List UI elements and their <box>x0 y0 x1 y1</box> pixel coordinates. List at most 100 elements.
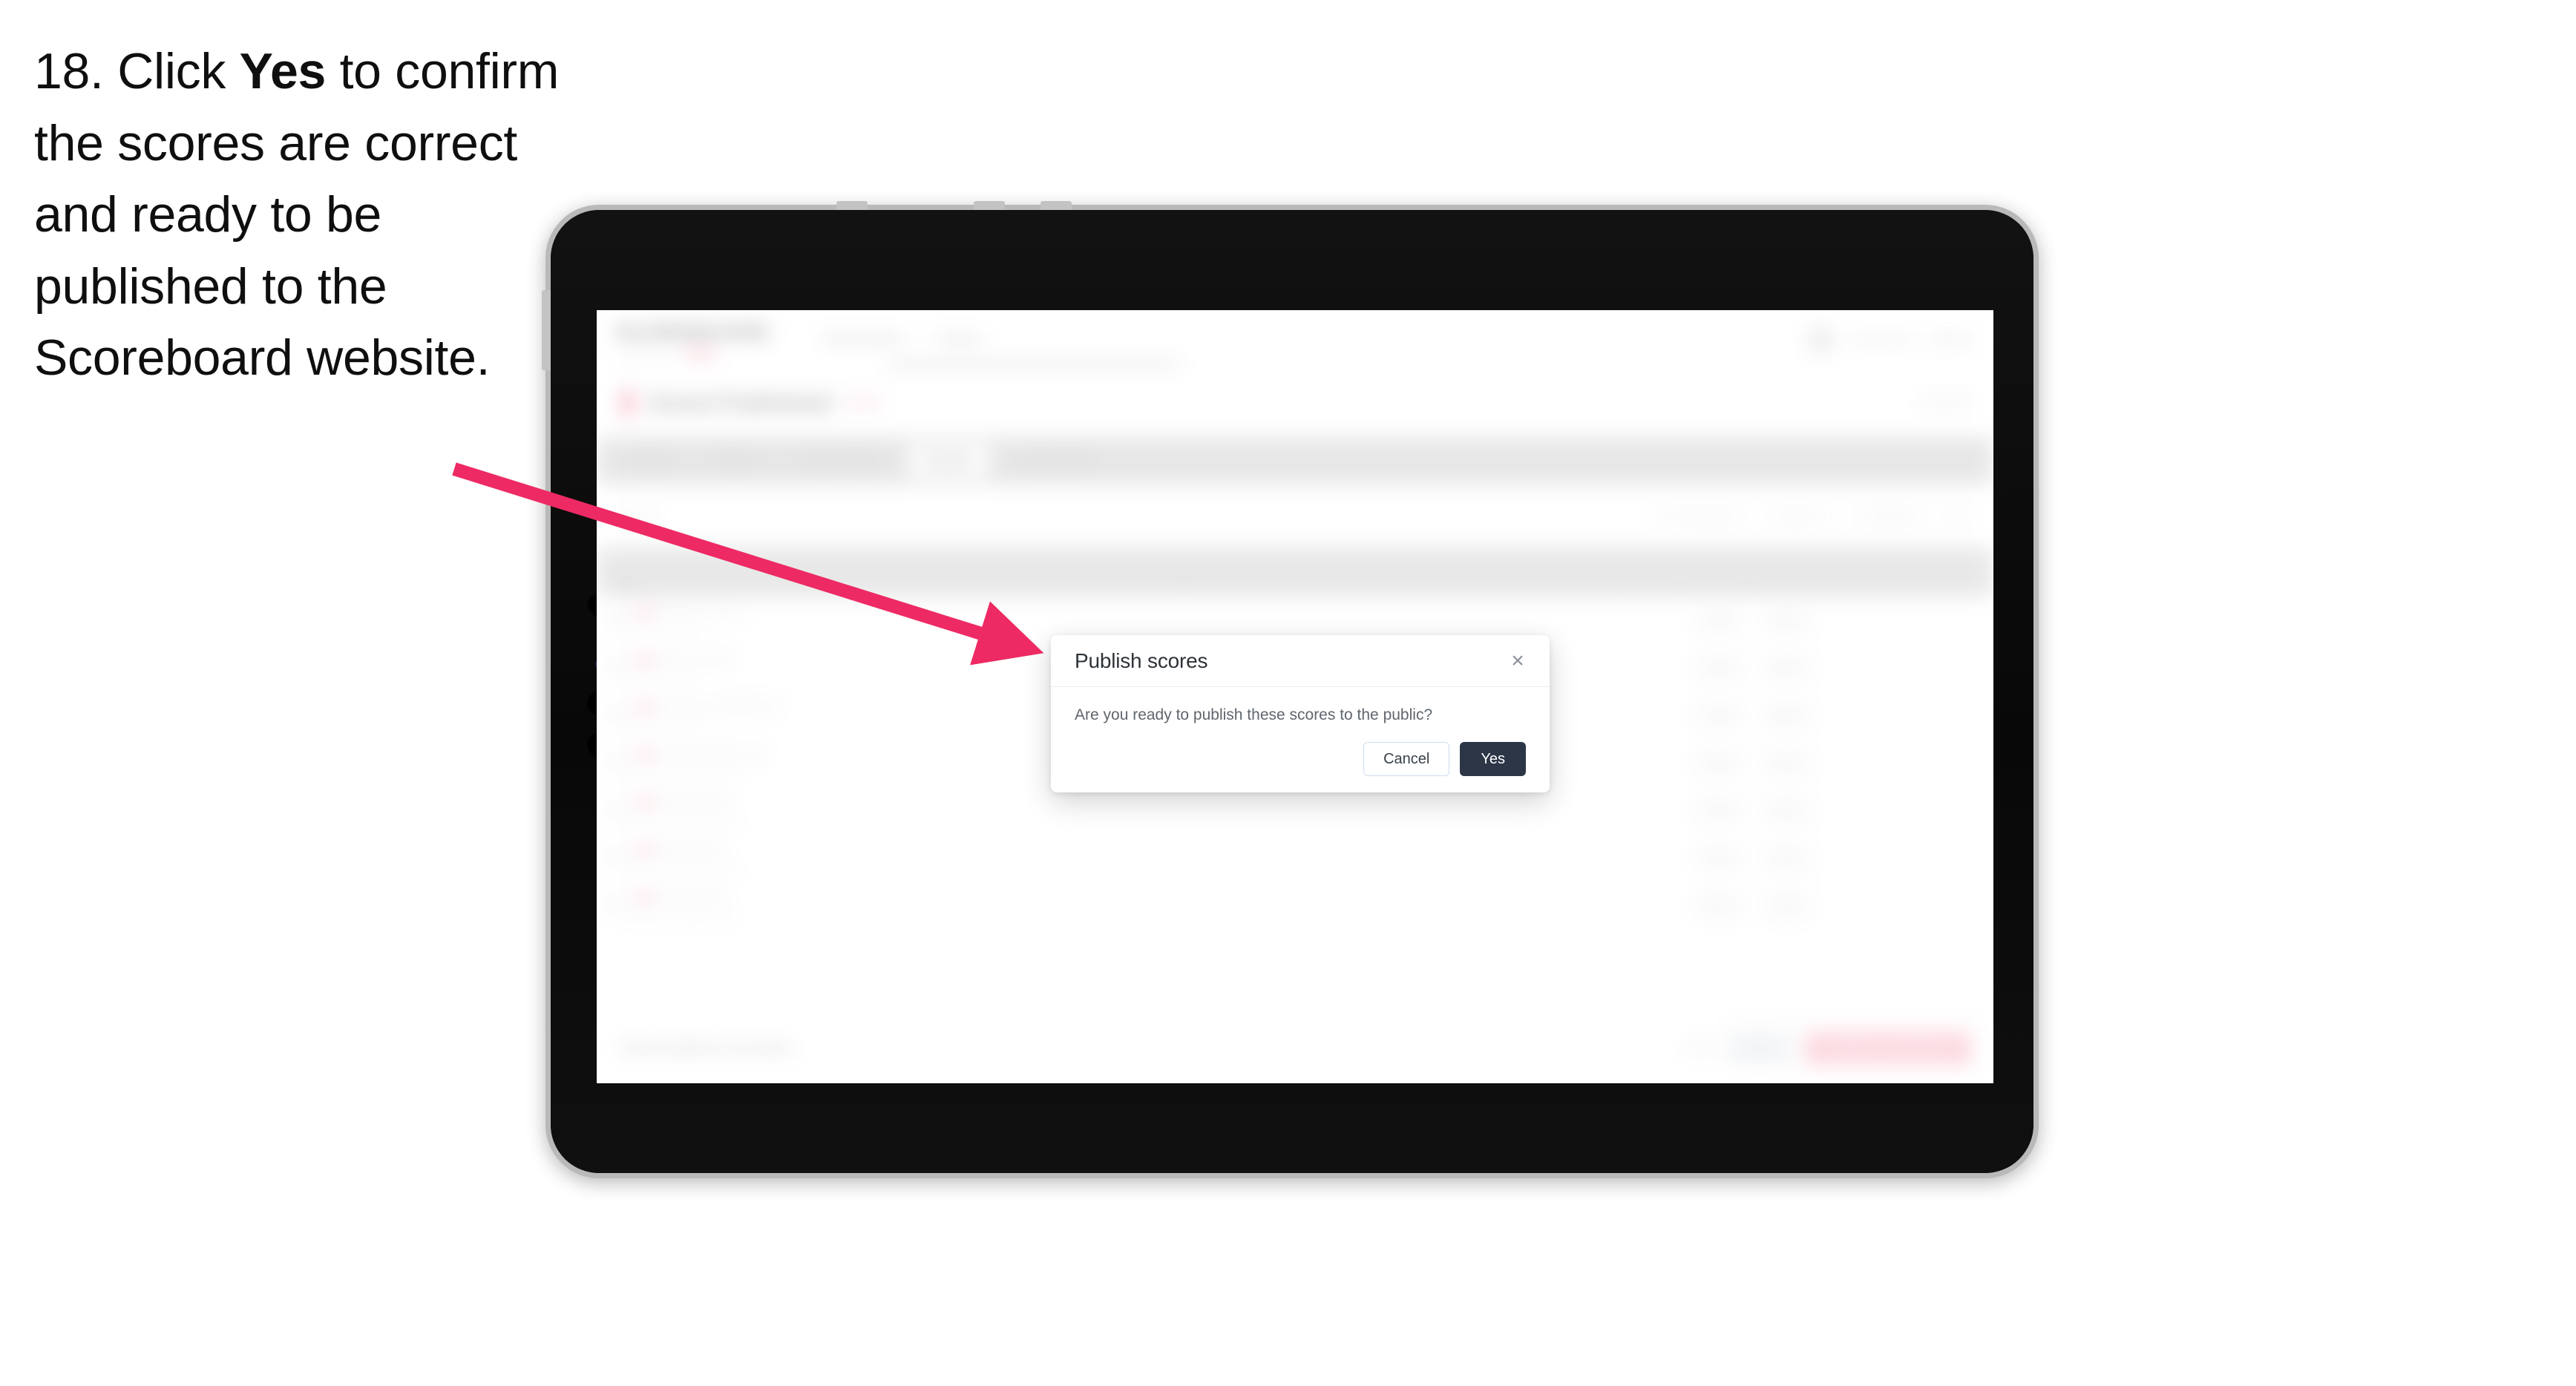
volume-button-2[interactable] <box>974 201 1005 210</box>
search-input[interactable]: Search <box>616 508 656 523</box>
column-hole-par: 5 <box>925 580 931 589</box>
row-checkbox[interactable] <box>597 849 635 866</box>
footer-status-text: Results published successfully <box>619 1040 790 1055</box>
column-hole-label: 9 <box>1133 571 1138 580</box>
filter-format[interactable]: Stableford <box>1847 500 1933 531</box>
filter-menu-icon[interactable]: ☰ <box>1943 500 1974 531</box>
publish-to-scoreboard-button[interactable]: Publish to Scoreboard <box>1804 1031 1971 1065</box>
tab-results[interactable]: Results <box>908 445 990 476</box>
column-hole-par: 4 <box>1482 580 1487 589</box>
column-hole-label: 5 <box>967 571 972 580</box>
row-checkbox[interactable] <box>597 801 635 818</box>
column-hole-label: 6 <box>1009 571 1014 580</box>
cancel-button[interactable]: Cancel <box>1363 742 1450 776</box>
volume-button-1[interactable] <box>836 201 868 210</box>
row-player: Oliver Bettencourt Team 4 · Fourball · 7… <box>635 749 821 777</box>
tablet-device: SCOREBOARD POWERED BY Tournaments Events… <box>542 201 2039 1178</box>
column-hole-label: 4 <box>925 571 931 580</box>
column-hole: 13 5 <box>1339 548 1380 597</box>
event-meta: Event ID <box>1922 395 1971 410</box>
back-link[interactable]: Back <box>1688 1042 1715 1055</box>
column-hole: 33 <box>865 548 907 597</box>
tab-course-setup[interactable]: Course Setup <box>784 445 897 476</box>
column-hole: 63 <box>990 548 1032 597</box>
player-meta: Team 2 · 9 Hcp <box>635 671 696 682</box>
row-checkbox[interactable] <box>597 896 635 913</box>
tab-details[interactable]: Details <box>613 445 687 476</box>
table-row[interactable]: Ryan Kirby Team 6 · Fourball · 18 Hcp <box>597 834 1993 881</box>
player-meta: Team 1 · 14 Hcp <box>635 623 701 634</box>
volume-button-3[interactable] <box>1040 201 1072 210</box>
yes-button[interactable]: Yes <box>1460 742 1526 776</box>
column-hole: 95 <box>1115 548 1156 597</box>
country-flag-icon <box>635 702 655 713</box>
column-total: Total <box>1646 548 1714 597</box>
filter-pre-scorecard[interactable]: Pre Scorecard <box>1645 500 1751 531</box>
filter-round[interactable]: Round 1 <box>1760 500 1838 531</box>
player-meta: Team 4 · Fourball · 7 Hcp <box>635 766 736 777</box>
player-name: Rhys Powell <box>661 653 732 666</box>
total-cell <box>1685 611 1753 628</box>
column-hole-label: 11 <box>1272 571 1282 580</box>
column-hole: 84 <box>1073 548 1115 597</box>
column-in-par: 36 <box>1613 580 1622 589</box>
points-cell <box>1753 611 1821 628</box>
player-name: Nick Bailey <box>661 890 725 904</box>
total-cell <box>1685 659 1753 676</box>
column-hole-par: 5 <box>1565 580 1570 589</box>
table-row[interactable]: Nick Bailey Team 7 · Fourball · 6 Hcp <box>597 881 1993 929</box>
points-cell <box>1753 849 1821 866</box>
event-title: Event Published <box>652 389 831 416</box>
player-name: Oliver Bettencourt <box>661 748 765 761</box>
column-hole-par: 5 <box>1133 580 1138 589</box>
edit-button[interactable]: Edit <box>1728 1031 1792 1065</box>
points-cell <box>1753 706 1821 723</box>
total-cell <box>1685 801 1753 818</box>
row-player: Nick Bailey Team 7 · Fourball · 6 Hcp <box>635 891 821 919</box>
filter-controls: Pre Scorecard Round 1 Stableford ☰ <box>1645 500 1974 531</box>
power-button[interactable] <box>542 290 551 370</box>
column-hole-label: 14 <box>1397 571 1406 580</box>
row-player: Ethan Grant Team 5 · Fourball · 11 Hcp <box>635 796 821 824</box>
modal-actions: Cancel Yes <box>1051 724 1550 776</box>
row-checkbox[interactable] <box>597 754 635 771</box>
table-row[interactable]: Ethan Grant Team 5 · Fourball · 11 Hcp <box>597 786 1993 834</box>
column-hole-label: 10 <box>1230 571 1240 580</box>
close-icon[interactable]: × <box>1505 648 1530 674</box>
column-hole: 74 <box>1032 548 1073 597</box>
sign-out-link[interactable]: Sign out <box>1930 332 1974 346</box>
column-hole-par: 3 <box>884 580 889 589</box>
column-hole-label: 13 <box>1355 571 1365 580</box>
column-hole: 14 <box>782 548 824 597</box>
row-checkbox[interactable] <box>597 659 635 676</box>
row-checkbox[interactable] <box>597 706 635 723</box>
column-hole-label: 17 <box>1521 571 1531 580</box>
column-player-label: Player <box>613 578 640 589</box>
tablet-screen: SCOREBOARD POWERED BY Tournaments Events… <box>597 310 1993 1083</box>
total-cell <box>1685 849 1753 866</box>
column-hole-label: 16 <box>1480 571 1489 580</box>
total-cell <box>1685 706 1753 723</box>
column-hole-par: 3 <box>1009 580 1014 589</box>
player-meta: Team 3 · 12 Hcp <box>635 718 701 729</box>
column-hole-par: 4 <box>1233 580 1238 589</box>
row-player: Ryan Kirby Team 6 · Fourball · 18 Hcp <box>635 844 821 872</box>
footer-bar: Results published successfully Back Edit… <box>597 1012 1993 1083</box>
event-status-badge: Live <box>842 392 880 413</box>
column-hole-label: 1 <box>801 571 806 580</box>
column-hole-label: 8 <box>1092 571 1097 580</box>
nav-item-tournaments[interactable]: Tournaments <box>822 331 904 347</box>
row-checkbox[interactable] <box>597 611 635 628</box>
column-hole: 54 <box>948 548 990 597</box>
country-flag-icon <box>635 892 655 903</box>
column-hole: 15 3 <box>1422 548 1464 597</box>
nav-item-events[interactable]: Events <box>938 331 981 347</box>
tab-teams[interactable]: Teams <box>699 445 772 476</box>
column-out: Out 36 <box>1156 548 1214 597</box>
header-nav: Tournaments Events <box>822 331 981 347</box>
player-name: Ryan Kirby <box>661 843 724 856</box>
app-logo[interactable]: SCOREBOARD POWERED BY <box>616 321 770 358</box>
avatar[interactable] <box>1809 326 1835 352</box>
tab-leaderboard[interactable]: Leaderboard <box>1001 445 1108 476</box>
player-meta: Team 5 · Fourball · 11 Hcp <box>635 813 741 824</box>
